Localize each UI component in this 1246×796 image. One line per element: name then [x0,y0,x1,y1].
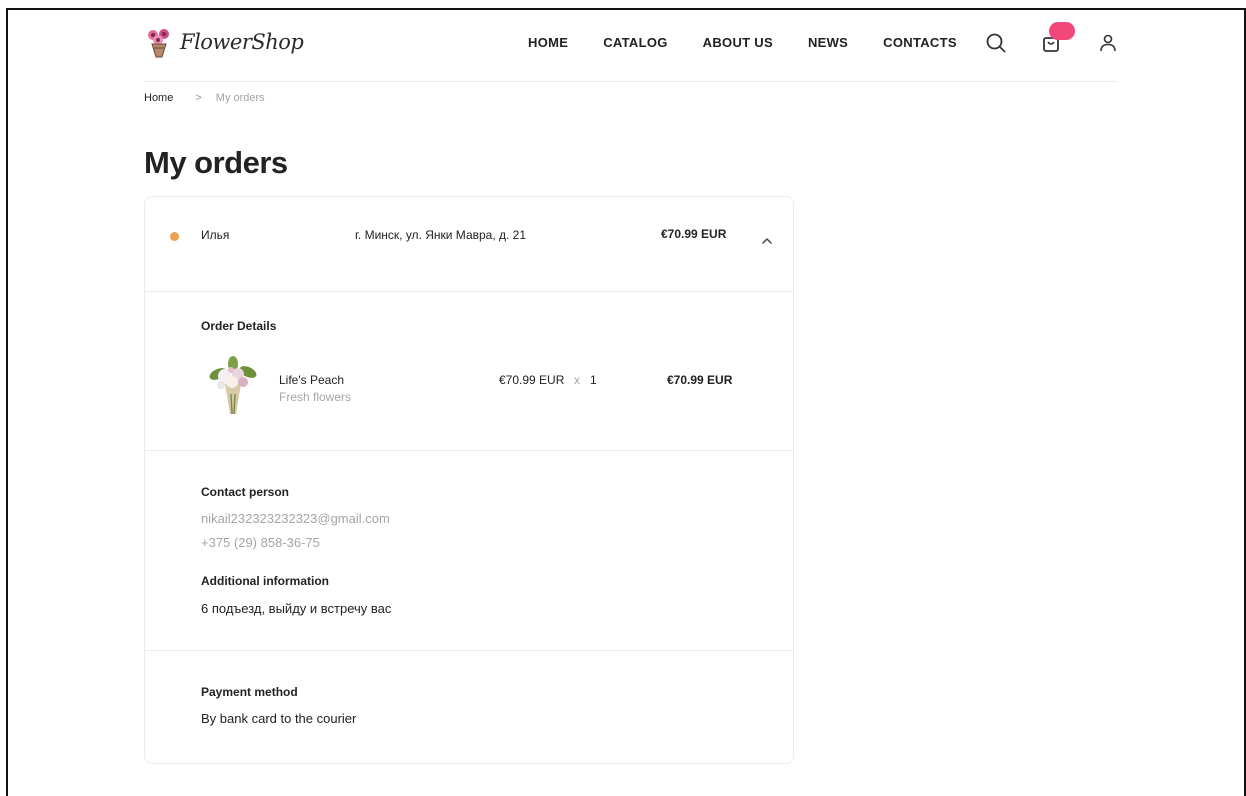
breadcrumb: Home > My orders [144,92,265,104]
nav-catalog[interactable]: CATALOG [603,35,667,50]
order-details-section: Order Details Life's Peach Fresh flowers… [145,292,793,451]
product-category: Fresh flowers [279,390,352,404]
order-details-label: Order Details [201,319,277,333]
bouquet-image[interactable] [203,354,263,416]
nav-contacts[interactable]: CONTACTS [883,35,957,50]
payment-method-value: By bank card to the courier [201,711,357,726]
chevron-up-icon[interactable] [759,233,775,249]
order-card: Илья г. Минск, ул. Янки Мавра, д. 21 €70… [144,196,794,764]
payment-method-label: Payment method [201,685,298,699]
logo[interactable]: FlowerShop [144,26,304,58]
product-quantity: 1 [590,373,597,387]
cart-badge [1049,22,1075,40]
additional-info-label: Additional information [201,574,329,588]
contact-person-label: Contact person [201,485,290,499]
brand-name: FlowerShop [180,30,304,54]
order-status-dot [170,232,179,241]
nav-news[interactable]: NEWS [808,35,848,50]
contact-section: Contact person nikail232323232323@gmail.… [145,451,793,651]
contact-email: nikail232323232323@gmail.com [201,511,390,526]
payment-section: Payment method By bank card to the couri… [145,651,793,763]
order-summary-row[interactable]: Илья г. Минск, ул. Янки Мавра, д. 21 €70… [145,197,793,292]
order-customer-name: Илья [201,228,230,242]
contact-phone: +375 (29) 858-36-75 [201,535,320,550]
quantity-multiplier: x [574,373,580,387]
additional-info-text: 6 подъезд, выйду и встречу вас [201,601,392,616]
user-icon[interactable] [1096,31,1120,55]
nav-home[interactable]: HOME [528,35,568,50]
nav-about-us[interactable]: ABOUT US [703,35,773,50]
product-name-link[interactable]: Life's Peach [279,373,344,387]
search-icon[interactable] [984,31,1008,55]
order-total: €70.99 EUR [661,227,727,241]
product-line-total: €70.99 EUR [667,373,733,387]
breadcrumb-home-link[interactable]: Home [144,92,173,104]
main-nav: HOME CATALOG ABOUT US NEWS CONTACTS [528,35,992,50]
order-address: г. Минск, ул. Янки Мавра, д. 21 [355,228,527,242]
site-header: FlowerShop HOME CATALOG ABOUT US NEWS CO… [144,22,1118,82]
product-price: €70.99 EUR [499,373,565,387]
page-title: My orders [144,145,288,180]
breadcrumb-separator: > [195,92,202,104]
flower-logo-icon [144,26,174,58]
breadcrumb-current: My orders [215,92,265,104]
